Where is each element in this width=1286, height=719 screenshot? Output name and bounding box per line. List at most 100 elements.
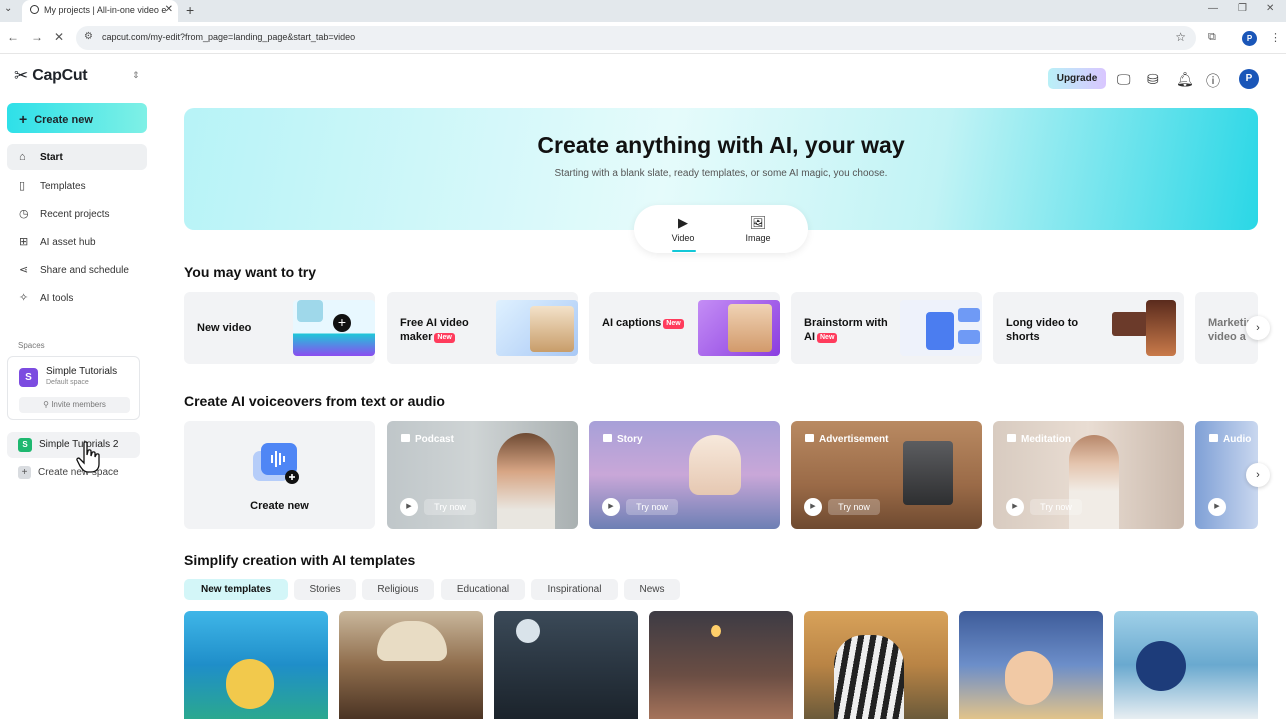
mindmap-node: [958, 308, 980, 322]
help-icon[interactable]: ⓘ: [1206, 71, 1220, 91]
voice-wave-icon: [253, 443, 299, 484]
play-icon[interactable]: ▶: [1006, 498, 1024, 516]
voiceover-next-arrow-icon[interactable]: ›: [1246, 463, 1270, 487]
template-thumbnail-diver[interactable]: [184, 611, 328, 719]
tag-icon: [401, 434, 410, 442]
card-label-text: AI captions: [602, 317, 662, 329]
sidebar-item-label: AI tools: [40, 293, 74, 304]
maximize-icon[interactable]: ❐: [1238, 3, 1247, 14]
template-thumbnail-night[interactable]: [494, 611, 638, 719]
capcut-logo[interactable]: ✂ CapCut: [14, 66, 88, 86]
upgrade-button[interactable]: Upgrade: [1048, 68, 1106, 89]
minimize-icon[interactable]: —: [1208, 3, 1218, 14]
url-field[interactable]: ⚙ capcut.com/my-edit?from_page=landing_p…: [76, 26, 1196, 50]
close-window-icon[interactable]: ✕: [1266, 3, 1274, 14]
video-play-icon: ▶: [678, 215, 688, 230]
browser-menu-icon[interactable]: ⋮: [1270, 31, 1281, 44]
sidebar-item-ai-asset-hub[interactable]: ⊞ AI asset hub: [7, 228, 147, 254]
app-name: CapCut: [32, 67, 88, 84]
close-tab-icon[interactable]: ✕: [165, 4, 173, 15]
space-card-default[interactable]: S Simple Tutorials Default space ⚲ Invit…: [7, 356, 140, 420]
chip-religious[interactable]: Religious: [362, 579, 434, 600]
try-card-long-video-shorts[interactable]: Long video to shorts: [993, 292, 1184, 364]
chip-educational[interactable]: Educational: [441, 579, 525, 600]
space-item-2[interactable]: S Simple Tutorials 2: [7, 432, 140, 458]
try-now-button[interactable]: Try now: [626, 499, 678, 515]
voiceover-card-advertisement[interactable]: Advertisement ▶ Try now: [791, 421, 982, 529]
back-icon[interactable]: ←: [7, 30, 19, 44]
chip-inspirational[interactable]: Inspirational: [531, 579, 618, 600]
new-badge: New: [663, 319, 684, 329]
stop-loading-icon[interactable]: ✕: [54, 30, 64, 44]
browser-tab-bar: ⌄ My projects | All-in-one video e ✕ + —…: [0, 0, 1286, 22]
forward-icon[interactable]: →: [31, 30, 43, 44]
browser-profile-avatar[interactable]: P: [1242, 31, 1257, 46]
voiceover-label: Advertisement: [819, 434, 889, 445]
play-icon[interactable]: ▶: [602, 498, 620, 516]
try-now-button[interactable]: Try now: [424, 499, 476, 515]
image-icon: 🖼︎: [749, 215, 767, 230]
play-icon[interactable]: ▶: [804, 498, 822, 516]
hero-subtitle: Starting with a blank slate, ready templ…: [554, 168, 888, 179]
voiceover-label: Audio: [1223, 434, 1252, 445]
create-new-button[interactable]: + Create new: [7, 103, 147, 133]
try-card-ai-captions[interactable]: AI captions New: [589, 292, 780, 364]
voiceover-card-podcast[interactable]: Podcast ▶ Try now: [387, 421, 578, 529]
storage-icon[interactable]: ⛁: [1147, 71, 1159, 88]
chip-news[interactable]: News: [624, 579, 680, 600]
chip-new-templates[interactable]: New templates: [184, 579, 288, 600]
device-icon[interactable]: 🖵: [1117, 71, 1131, 88]
play-icon[interactable]: ▶: [1208, 498, 1226, 516]
voiceover-card-meditation[interactable]: Meditation ▶ Try now: [993, 421, 1184, 529]
space-subtitle: Default space: [46, 379, 89, 386]
woman-photo: [728, 304, 772, 352]
extensions-icon[interactable]: ⧉: [1208, 31, 1216, 44]
site-info-icon[interactable]: ⚙: [84, 31, 93, 42]
voiceover-create-label: Create new: [250, 500, 309, 512]
try-card-label: Brainstorm with AI New: [804, 316, 890, 344]
bookmark-star-icon[interactable]: ☆: [1175, 30, 1186, 44]
podcast-host-photo: [497, 433, 555, 529]
template-thumbnail-zebra[interactable]: [804, 611, 948, 719]
tab-image[interactable]: 🖼︎ Image: [733, 215, 783, 243]
baseball-player-illustration: [1136, 641, 1186, 691]
boy-illustration: [1005, 651, 1053, 705]
user-avatar[interactable]: P: [1239, 69, 1259, 89]
invite-members-button[interactable]: ⚲ Invite members: [19, 397, 130, 413]
try-card-brainstorm-ai[interactable]: Brainstorm with AI New: [791, 292, 982, 364]
chip-stories[interactable]: Stories: [294, 579, 356, 600]
browser-tab[interactable]: My projects | All-in-one video e ✕: [22, 0, 178, 22]
create-new-space-button[interactable]: + Create new space: [18, 466, 119, 479]
sidebar-item-recent-projects[interactable]: ◷ Recent projects: [7, 200, 147, 226]
sidebar-item-ai-tools[interactable]: ✧ AI tools: [7, 284, 147, 310]
tab-video-label: Video: [671, 233, 695, 243]
try-card-new-video[interactable]: New video +: [184, 292, 375, 364]
new-tab-icon[interactable]: +: [186, 2, 194, 18]
mode-toggle: ▶ Video 🖼︎ Image: [634, 205, 808, 253]
space-avatar: S: [19, 368, 38, 387]
hand-cursor-icon: [76, 441, 100, 473]
try-card-free-ai-video-maker[interactable]: Free AI video maker New: [387, 292, 578, 364]
asset-hub-icon: ⊞: [19, 236, 29, 248]
tag-icon: [1007, 434, 1016, 442]
voiceover-card-story[interactable]: Story ▶ Try now: [589, 421, 780, 529]
tab-video[interactable]: ▶ Video: [658, 215, 708, 243]
try-card-label: Free AI video maker New: [400, 316, 486, 344]
template-thumbnail-warrior[interactable]: [339, 611, 483, 719]
notification-bell-icon[interactable]: 🔔︎: [1176, 71, 1194, 88]
voiceover-create-new[interactable]: Create new: [184, 421, 375, 529]
try-now-button[interactable]: Try now: [828, 499, 880, 515]
capcut-logo-icon: ✂: [14, 66, 29, 85]
space-name: Simple Tutorials: [46, 366, 118, 377]
try-next-arrow-icon[interactable]: ›: [1246, 316, 1270, 340]
template-thumbnail-baseball[interactable]: [1114, 611, 1258, 719]
try-now-button[interactable]: Try now: [1030, 499, 1082, 515]
sidebar-item-label: AI asset hub: [40, 237, 96, 248]
tab-search-icon[interactable]: ⌄: [4, 3, 12, 14]
clock-icon: ◷: [19, 208, 29, 220]
sidebar-item-share-schedule[interactable]: ⋖ Share and schedule: [7, 256, 147, 282]
template-thumbnail-cafe[interactable]: [649, 611, 793, 719]
template-thumbnail-boy[interactable]: [959, 611, 1103, 719]
play-icon[interactable]: ▶: [400, 498, 418, 516]
workspace-switch-icon[interactable]: ⇕: [132, 70, 140, 81]
